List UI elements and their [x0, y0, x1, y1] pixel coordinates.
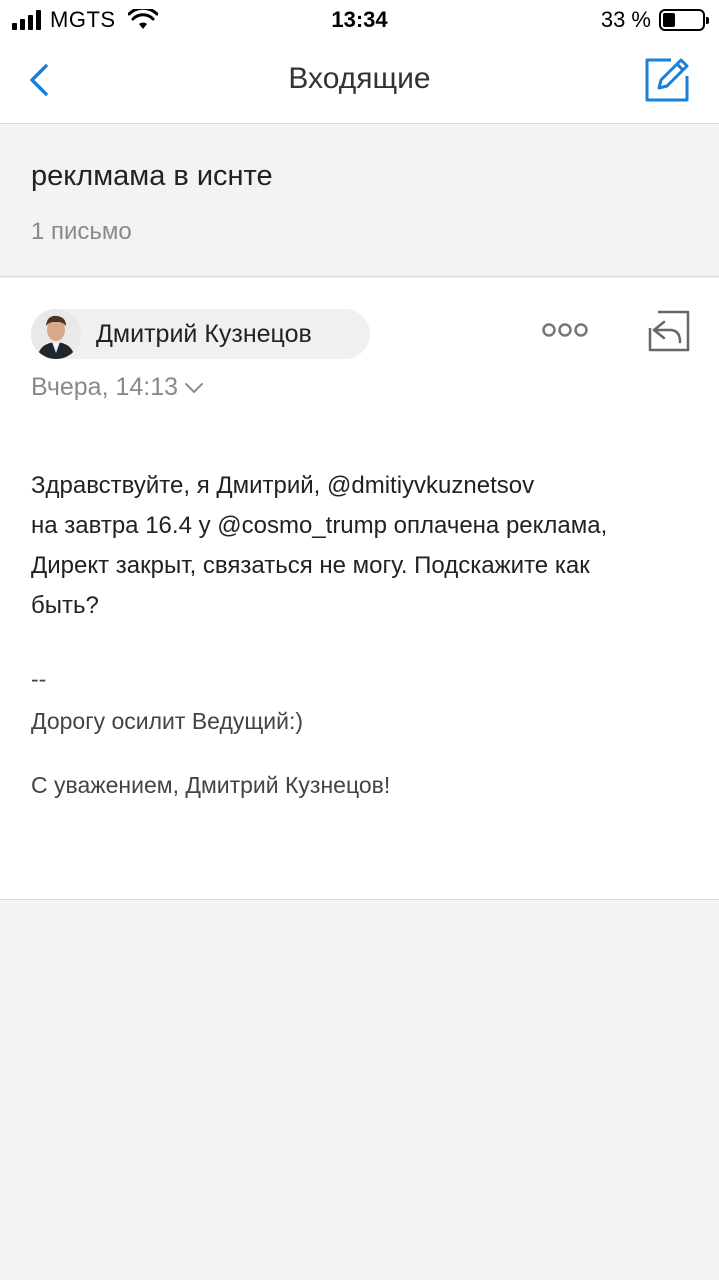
status-bar: MGTS 13:34 33 % — [0, 0, 719, 40]
compose-icon — [645, 58, 689, 102]
signature-line: Дорогу осилит Ведущий:) — [31, 708, 304, 734]
sender-chip[interactable]: Дмитрий Кузнецов — [31, 309, 370, 359]
signature-separator: -- — [31, 666, 47, 692]
body-line: на завтра 16.4 у @cosmo_trump оплачена р… — [31, 512, 608, 539]
more-icon — [542, 323, 588, 337]
avatar-image — [31, 309, 81, 359]
body-line: Здравствуйте, я Дмитрий, @dmitiyvkuznets… — [31, 472, 535, 499]
message-date[interactable]: Вчера, 14:13 — [31, 373, 204, 402]
signature-line: С уважением, Дмитрий Кузнецов! — [31, 772, 391, 798]
nav-bar: Входящие — [0, 40, 719, 124]
battery-percent: 33 % — [600, 7, 651, 32]
battery-icon — [659, 9, 709, 31]
avatar — [31, 309, 81, 359]
body-line: Директ закрыт, связаться не могу. Подска… — [31, 552, 590, 579]
message-body: Здравствуйте, я Дмитрий, @dmitiyvkuznets… — [31, 466, 681, 626]
reply-icon — [648, 310, 690, 352]
message-count: 1 письмо — [31, 218, 132, 245]
more-button[interactable] — [540, 320, 590, 340]
sender-name: Дмитрий Кузнецов — [96, 320, 312, 348]
thread-header: реклмама в иснте 1 письмо — [0, 125, 719, 277]
page-title: Входящие — [288, 62, 431, 95]
status-right: 33 % — [600, 7, 709, 33]
thread-subject: реклмама в иснте — [31, 160, 273, 192]
body-line: быть? — [31, 592, 99, 619]
compose-button[interactable] — [641, 54, 693, 106]
reply-button[interactable] — [646, 308, 692, 354]
message-date-text: Вчера, 14:13 — [31, 373, 179, 401]
chevron-down-icon — [185, 382, 204, 393]
message-card: Дмитрий Кузнецов Вчера, 14:13 Здравствуй… — [0, 278, 719, 900]
